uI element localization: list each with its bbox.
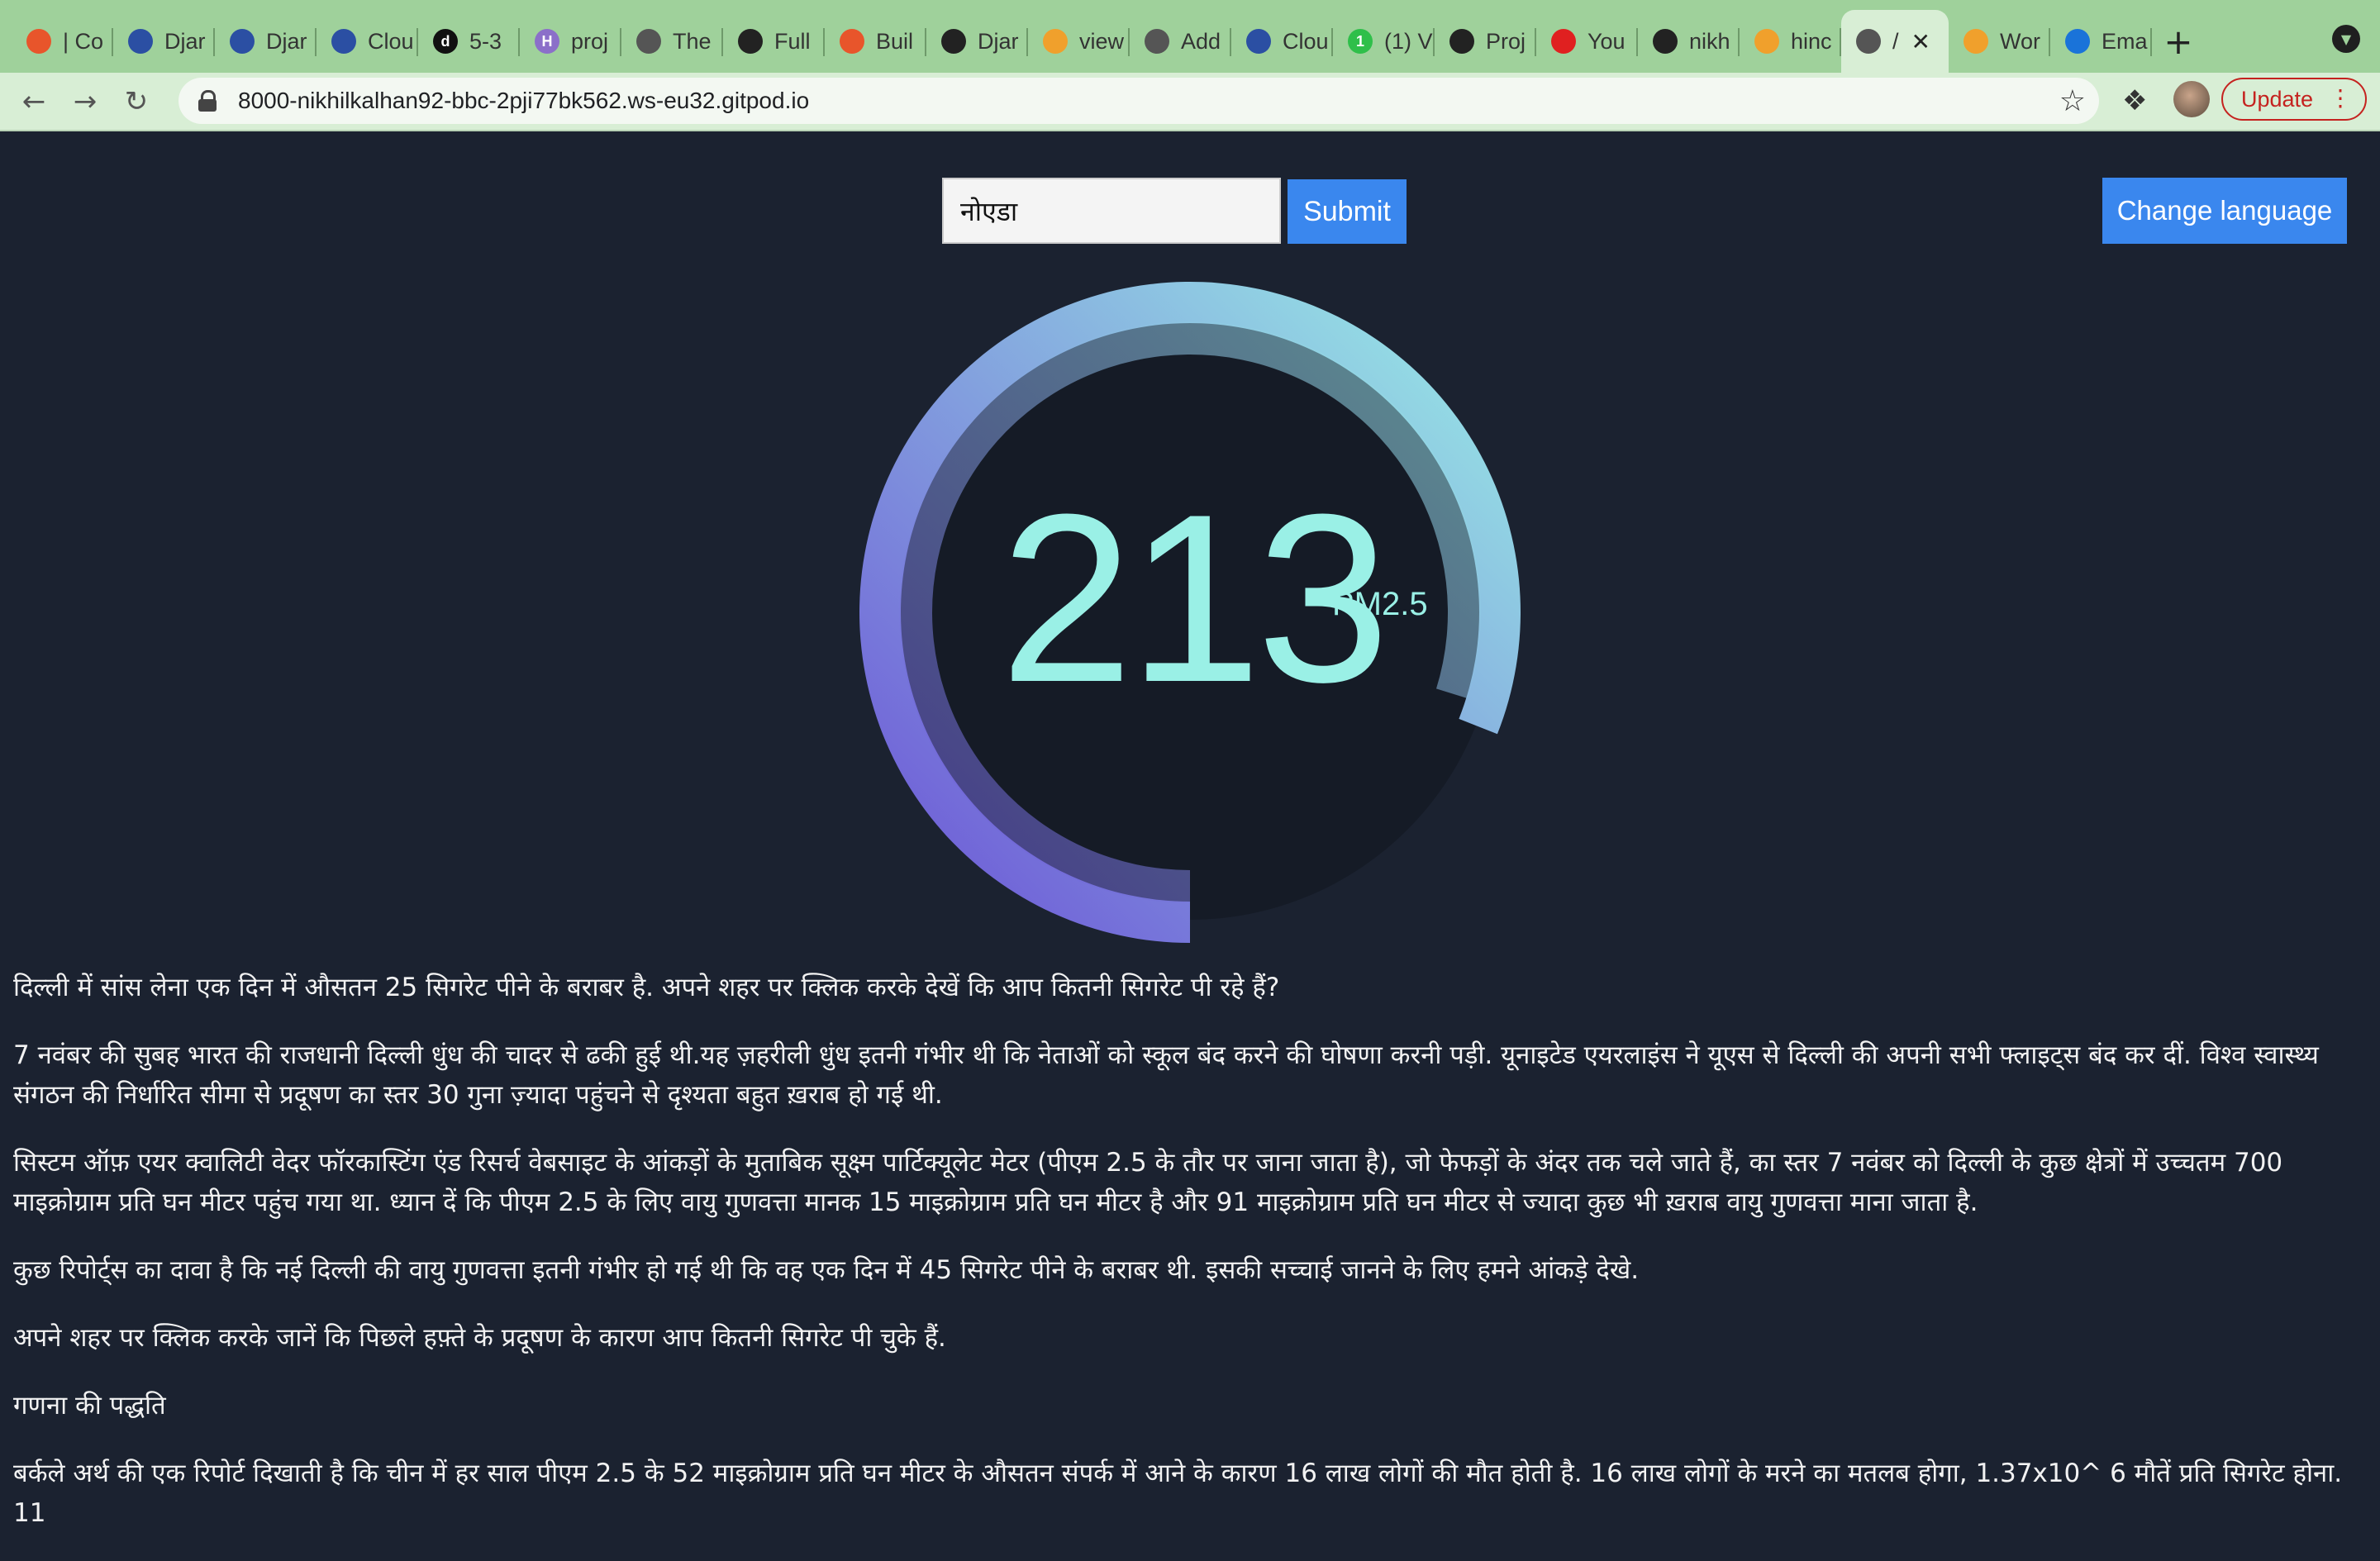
- circle-icon: [26, 29, 51, 54]
- college-logo-icon: [128, 29, 153, 54]
- tab-strip: | Co Djar Djar Clou d 5-3 Hproj The Full Buil Djar…: [0, 0, 2380, 73]
- browser-tab[interactable]: Wor: [1949, 10, 2050, 73]
- browser-tab[interactable]: You: [1536, 10, 1638, 73]
- browser-tab[interactable]: Djar: [926, 10, 1028, 73]
- github-icon: [1653, 29, 1678, 54]
- browser-tab[interactable]: view: [1028, 10, 1130, 73]
- circle-icon: [840, 29, 864, 54]
- tab-label: Add: [1181, 28, 1221, 54]
- reload-icon[interactable]: ↻: [119, 84, 154, 119]
- tab-label: 5-3: [469, 28, 502, 54]
- article-paragraph: सिस्टम ऑफ़ एयर क्वालिटी वेदर फॉरकास्टिंग…: [13, 1148, 2283, 1217]
- page-content: Submit Change language 213 PM2.5 दिल्ली …: [0, 131, 2380, 1528]
- browser-tab[interactable]: Djar: [215, 10, 317, 73]
- github-icon: [738, 29, 763, 54]
- extensions-puzzle-icon[interactable]: ❖: [2122, 84, 2147, 117]
- browser-tab[interactable]: d 5-3: [418, 10, 520, 73]
- article-paragraph: दिल्ली में सांस लेना एक दिन में औसतन 25 …: [13, 973, 1280, 1002]
- update-button[interactable]: Update ⋮: [2221, 78, 2367, 121]
- city-search-input[interactable]: [942, 178, 1281, 244]
- tab-label: Buil: [876, 28, 914, 54]
- browser-tab[interactable]: / ✕: [1841, 10, 1949, 73]
- browser-tab[interactable]: Clou: [317, 10, 418, 73]
- tab-label: Full: [774, 28, 811, 54]
- h-letter-icon: H: [535, 29, 559, 54]
- tab-label: Djar: [164, 28, 206, 54]
- whatsapp-icon: 1: [1348, 29, 1373, 54]
- browser-tab[interactable]: 1 (1) V: [1333, 10, 1435, 73]
- swirl-icon: [1963, 29, 1988, 54]
- forward-icon[interactable]: →: [68, 84, 102, 119]
- browser-tab[interactable]: Hproj: [520, 10, 621, 73]
- youtube-icon: [1551, 29, 1576, 54]
- browser-tab[interactable]: Clou: [1231, 10, 1333, 73]
- pm25-unit-label: PM2.5: [1332, 586, 1428, 622]
- tab-search-icon[interactable]: ▼: [2332, 25, 2360, 53]
- tab-label: Clou: [1283, 28, 1329, 54]
- globe-icon: [1856, 29, 1881, 54]
- change-language-button[interactable]: Change language: [2102, 178, 2347, 244]
- browser-tab[interactable]: Add: [1130, 10, 1231, 73]
- browser-tab[interactable]: Buil: [825, 10, 926, 73]
- browser-tab[interactable]: Proj: [1435, 10, 1536, 73]
- cloud-icon: [1246, 29, 1271, 54]
- tab-label: view: [1079, 28, 1125, 54]
- browser-tab[interactable]: Ema: [2050, 10, 2152, 73]
- update-label: Update: [2241, 86, 2314, 112]
- more-menu-icon[interactable]: ⋮: [2329, 87, 2352, 110]
- d-letter-icon: d: [433, 29, 458, 54]
- browser-toolbar: ← → ↻ 8000-nikhilkalhan92-bbc-2pji77bk56…: [0, 73, 2380, 131]
- tab-label: Ema: [2102, 28, 2148, 54]
- globe-icon: [636, 29, 661, 54]
- article-paragraph: अपने शहर पर क्लिक करके जानें कि पिछले हफ…: [13, 1323, 946, 1353]
- article-body: दिल्ली में सांस लेना एक दिन में औसतन 25 …: [13, 968, 2367, 1561]
- article-paragraph: 7 नवंबर की सुबह भारत की राजधानी दिल्ली ध…: [13, 1040, 2319, 1110]
- github-icon: [1449, 29, 1474, 54]
- browser-tab[interactable]: The: [621, 10, 723, 73]
- outlook-icon: [2065, 29, 2090, 54]
- lock-icon[interactable]: [198, 90, 217, 112]
- url-text[interactable]: 8000-nikhilkalhan92-bbc-2pji77bk562.ws-e…: [238, 88, 809, 114]
- browser-tab[interactable]: hinc: [1740, 10, 1841, 73]
- tab-label: Clou: [368, 28, 414, 54]
- pm25-value: 213: [1000, 464, 1390, 732]
- cloud-icon: [331, 29, 356, 54]
- browser-tab[interactable]: nikh: [1638, 10, 1740, 73]
- tab-label: Djar: [266, 28, 307, 54]
- swirl-icon: [1754, 29, 1779, 54]
- back-icon[interactable]: ←: [17, 84, 51, 119]
- close-tab-icon[interactable]: ✕: [1911, 28, 1930, 55]
- tab-label: Wor: [2000, 28, 2041, 54]
- tab-label: hinc: [1791, 28, 1832, 54]
- tab-label: Djar: [978, 28, 1019, 54]
- tab-label: nikh: [1689, 28, 1730, 54]
- tab-label: Proj: [1486, 28, 1526, 54]
- github-icon: [941, 29, 966, 54]
- tab-label: | Co: [63, 28, 104, 54]
- new-tab-icon[interactable]: +: [2152, 10, 2205, 73]
- tab-label: proj: [571, 28, 609, 54]
- browser-tab[interactable]: | Co: [12, 10, 113, 73]
- tab-label: The: [673, 28, 712, 54]
- article-paragraph: गणना की पद्धति: [13, 1391, 166, 1421]
- avatar[interactable]: [2173, 81, 2210, 117]
- submit-button[interactable]: Submit: [1288, 179, 1407, 244]
- swirl-icon: [1043, 29, 1068, 54]
- article-paragraph: बर्कले अर्थ की एक रिपोर्ट दिखाती है कि च…: [13, 1459, 2343, 1528]
- college-logo-icon: [230, 29, 255, 54]
- tab-label: (1) V: [1384, 28, 1433, 54]
- bookmark-star-icon[interactable]: ☆: [2059, 84, 2086, 118]
- globe-icon: [1145, 29, 1169, 54]
- address-bar[interactable]: 8000-nikhilkalhan92-bbc-2pji77bk562.ws-e…: [178, 78, 2099, 124]
- tab-label: /: [1892, 28, 1899, 54]
- tab-label: You: [1587, 28, 1626, 54]
- browser-tab[interactable]: Full: [723, 10, 825, 73]
- article-paragraph: कुछ रिपोर्ट्स का दावा है कि नई दिल्ली की…: [13, 1255, 1640, 1285]
- browser-tab[interactable]: Djar: [113, 10, 215, 73]
